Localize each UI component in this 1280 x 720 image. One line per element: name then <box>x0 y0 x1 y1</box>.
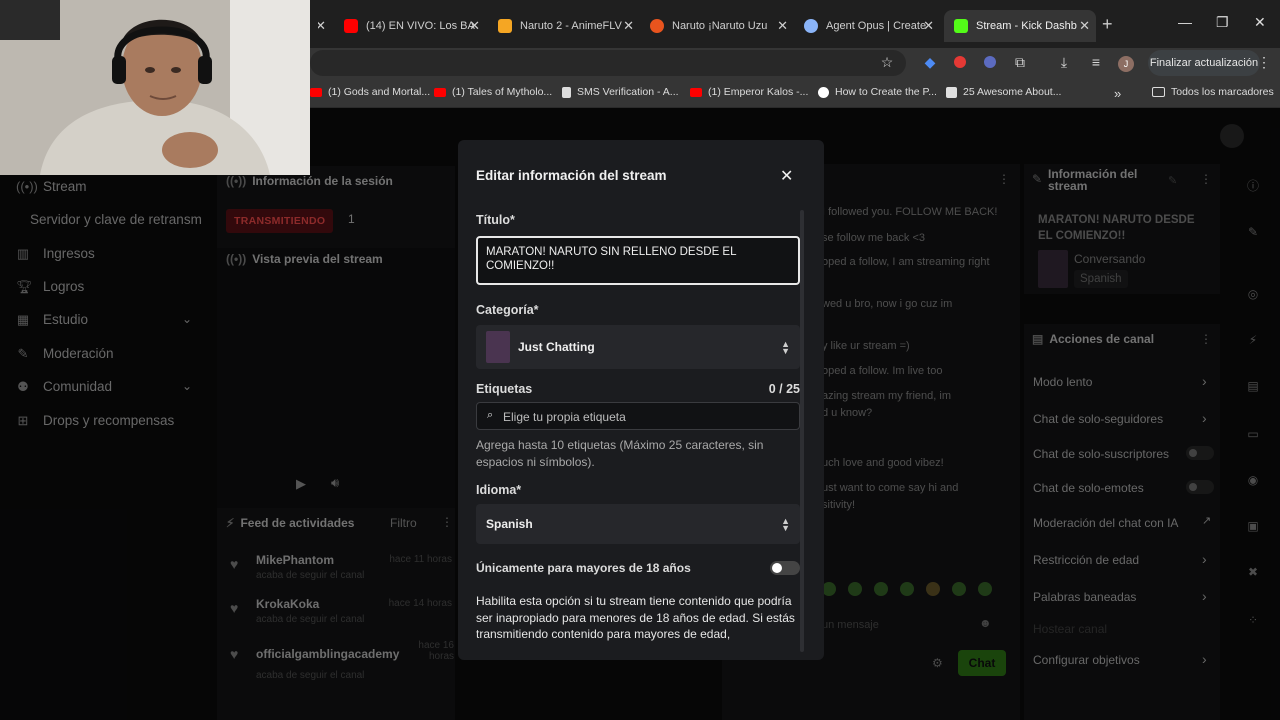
minimize-button[interactable]: — <box>1178 14 1192 30</box>
tab-naruto[interactable]: Naruto ¡Naruto Uzu ✕ <box>644 10 794 42</box>
tags-counter: 0 / 25 <box>768 382 800 396</box>
bookmark-label: How to Create the P... <box>835 86 937 98</box>
tab-close-partial[interactable]: ✕ <box>318 10 326 42</box>
mature-label: Únicamente para mayores de 18 años <box>476 561 691 575</box>
close-icon[interactable]: ✕ <box>623 18 634 34</box>
menu-icon[interactable]: ⋮ <box>1256 54 1272 70</box>
category-label: Categoría* <box>476 303 539 317</box>
tab-label: (14) EN VIVO: Los BA <box>366 20 475 32</box>
language-select[interactable]: Spanish ▲ ▼ <box>476 504 800 544</box>
extension-red-icon[interactable] <box>952 54 968 70</box>
profile-avatar[interactable]: J <box>1118 54 1134 72</box>
media-queue-icon[interactable]: ≡ <box>1088 54 1104 70</box>
all-bookmarks-label: Todos los marcadores <box>1171 86 1274 98</box>
title-input[interactable]: MARATON! NARUTO SIN RELLENO DESDE EL COM… <box>476 236 800 285</box>
language-label: Idioma* <box>476 483 522 497</box>
animeflv-icon <box>498 19 512 33</box>
extension-shield-icon[interactable]: ◆ <box>922 54 938 70</box>
bookmark-item[interactable]: 25 Awesome About... <box>946 86 1061 98</box>
title-label: Título* <box>476 213 515 227</box>
modal-scrollbar[interactable] <box>800 210 804 652</box>
updown-icon: ▲ ▼ <box>781 339 790 356</box>
bookmark-label: (1) Emperor Kalos -... <box>708 86 809 98</box>
tab-youtube-live[interactable]: (14) EN VIVO: Los BA ✕ <box>336 10 486 42</box>
webcam-person-image <box>0 0 310 175</box>
close-icon[interactable]: ✕ <box>777 18 788 34</box>
bookmark-item[interactable]: How to Create the P... <box>818 86 937 98</box>
youtube-icon <box>310 87 322 97</box>
search-icon: ⌕ <box>487 409 494 421</box>
close-icon[interactable]: ✕ <box>780 166 793 186</box>
webcam-overlay <box>0 0 310 175</box>
download-icon[interactable]: ⤓ <box>1056 54 1072 70</box>
tab-kick-dashboard[interactable]: Stream - Kick Dashb ✕ <box>944 10 1096 42</box>
bookmark-label: SMS Verification - A... <box>577 86 679 98</box>
youtube-icon <box>344 19 358 33</box>
category-value: Just Chatting <box>518 340 595 354</box>
new-tab-button[interactable]: + <box>1102 14 1113 35</box>
tags-placeholder: Elige tu propia etiqueta <box>503 410 626 424</box>
bookmark-item[interactable]: (1) Tales of Mytholo... <box>434 86 552 98</box>
star-icon[interactable]: ☆ <box>879 54 895 70</box>
tab-agent-opus[interactable]: Agent Opus | Create ✕ <box>798 10 940 42</box>
close-window-button[interactable]: ✕ <box>1254 14 1266 31</box>
bookmark-label: (1) Tales of Mytholo... <box>452 86 553 98</box>
mature-toggle[interactable] <box>770 561 800 575</box>
tab-label: Stream - Kick Dashb <box>976 20 1077 32</box>
bookmark-item[interactable]: SMS Verification - A... <box>562 86 679 98</box>
title-input-value: MARATON! NARUTO SIN RELLENO DESDE EL COM… <box>486 246 737 272</box>
modal-title: Editar información del stream <box>476 168 667 183</box>
bookmark-label: (1) Gods and Mortal... <box>328 86 431 98</box>
globe-icon <box>818 86 829 98</box>
youtube-icon <box>690 87 702 97</box>
folder-icon <box>1152 87 1165 97</box>
mature-help-text: Habilita esta opción si tu stream tiene … <box>476 594 795 641</box>
language-value: Spanish <box>486 517 533 531</box>
kick-icon <box>954 19 968 33</box>
close-icon[interactable]: ✕ <box>1079 18 1090 34</box>
tags-input[interactable]: ⌕ Elige tu propia etiqueta <box>476 402 800 430</box>
bookmark-item[interactable]: (1) Emperor Kalos -... <box>690 86 808 98</box>
tab-label: Agent Opus | Create <box>826 20 927 32</box>
category-select[interactable]: Just Chatting ▲ ▼ <box>476 325 800 369</box>
phone-icon <box>562 86 571 98</box>
extension-blue-icon[interactable] <box>982 54 998 70</box>
tab-label: Naruto 2 - AnimeFLV <box>520 20 622 32</box>
crunchyroll-icon <box>650 19 664 33</box>
address-bar[interactable] <box>310 50 906 76</box>
bookmark-item[interactable]: (1) Gods and Mortal... <box>310 86 430 98</box>
site-icon <box>946 86 957 98</box>
more-bookmarks-icon[interactable]: » <box>1114 86 1121 101</box>
profile-initial: J <box>1118 56 1134 72</box>
youtube-icon <box>434 87 446 97</box>
edit-stream-modal: Editar información del stream ✕ Título* … <box>458 140 824 660</box>
finish-update-button[interactable]: Finalizar actualización <box>1148 50 1260 76</box>
tags-help-text: Agrega hasta 10 etiquetas (Máximo 25 car… <box>476 438 764 469</box>
updown-icon: ▲ ▼ <box>781 516 790 533</box>
bookmark-label: 25 Awesome About... <box>963 86 1062 98</box>
all-bookmarks-folder[interactable]: Todos los marcadores <box>1152 86 1274 98</box>
close-icon[interactable]: ✕ <box>469 18 480 34</box>
close-icon[interactable]: ✕ <box>923 18 934 34</box>
tags-label: Etiquetas <box>476 382 533 396</box>
maximize-button[interactable]: ❐ <box>1216 14 1229 31</box>
tab-animeflv[interactable]: Naruto 2 - AnimeFLV ✕ <box>490 10 640 42</box>
opus-icon <box>804 19 818 33</box>
category-thumbnail <box>486 331 510 363</box>
tab-label: Naruto ¡Naruto Uzu <box>672 20 768 32</box>
extensions-puzzle-icon[interactable]: ⧉ <box>1012 54 1028 70</box>
